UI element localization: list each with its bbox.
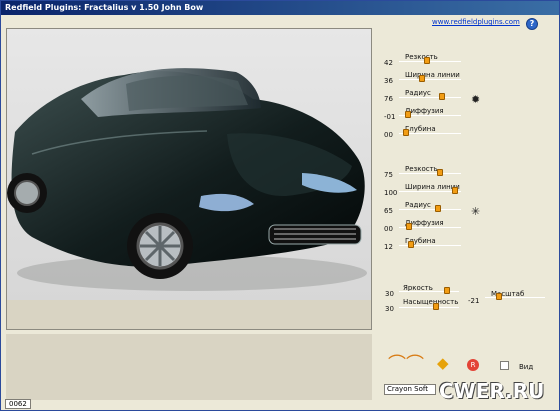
slider-value: 42 [384, 59, 393, 67]
slider-label: Радиус [405, 89, 431, 97]
car-photo [7, 68, 367, 291]
reset-icon[interactable]: R [467, 359, 479, 371]
image-preview [6, 28, 372, 330]
slider-track[interactable] [399, 61, 461, 62]
preview-canvas [7, 29, 371, 300]
website-link[interactable]: www.redfieldplugins.com [432, 18, 520, 26]
slider-value: 100 [384, 189, 398, 197]
slider-thumb[interactable] [437, 169, 443, 176]
swap-arrows-icon[interactable]: ⌒⌒ [388, 356, 424, 374]
saturation-track[interactable] [399, 307, 459, 308]
brightness-slider-thumb[interactable] [444, 287, 450, 294]
slider-label: Ширина линии [405, 71, 460, 79]
view-checkbox[interactable] [500, 361, 509, 370]
slider-track[interactable] [399, 97, 461, 98]
watermark-logo: CWER.RU [439, 379, 545, 403]
slider-thumb[interactable] [435, 205, 441, 212]
slider-track[interactable] [399, 209, 461, 210]
slider-value: 75 [384, 171, 393, 179]
preset-select[interactable]: Crayon Soft [384, 384, 436, 395]
slider-thumb[interactable] [405, 111, 411, 118]
slider-track[interactable] [399, 173, 461, 174]
brightness-track[interactable] [399, 291, 459, 292]
slider-thumb[interactable] [403, 129, 409, 136]
slider-label: Резкость [405, 53, 438, 61]
scale-value: -21 [468, 297, 480, 305]
slider-value: 65 [384, 207, 393, 215]
star-icon[interactable]: ✳ [471, 206, 480, 217]
gear-icon[interactable]: ✹ [471, 94, 480, 105]
slider-value: -01 [384, 113, 396, 121]
slider-thumb[interactable] [424, 57, 430, 64]
slider-value: 00 [384, 131, 393, 139]
scale-track[interactable] [485, 297, 545, 298]
plugin-window: Redfield Plugins: Fractalius v 1.50 John… [0, 0, 560, 411]
slider-track[interactable] [399, 79, 461, 80]
slider-thumb[interactable] [452, 187, 458, 194]
slider-label: Радиус [405, 201, 431, 209]
help-icon[interactable]: ? [526, 18, 538, 30]
title-bar: Redfield Plugins: Fractalius v 1.50 John… [1, 1, 559, 15]
slider-thumb[interactable] [406, 223, 412, 230]
slider-value: 12 [384, 243, 393, 251]
preview-footer [6, 334, 372, 400]
slider-value: 00 [384, 225, 393, 233]
slider-thumb[interactable] [408, 241, 414, 248]
view-label: Вид [519, 363, 534, 371]
frame-counter: 0062 [5, 399, 31, 409]
slider-label: Глубина [405, 125, 436, 133]
slider-label: Резкость [405, 165, 438, 173]
slider-thumb[interactable] [439, 93, 445, 100]
warning-icon[interactable]: ◆ [437, 356, 449, 371]
slider-thumb[interactable] [419, 75, 425, 82]
scale-slider-thumb[interactable] [496, 293, 502, 300]
slider-value: 76 [384, 95, 393, 103]
saturation-slider-thumb[interactable] [433, 303, 439, 310]
saturation-label: Насыщенность [403, 298, 459, 306]
slider-value: 36 [384, 77, 393, 85]
